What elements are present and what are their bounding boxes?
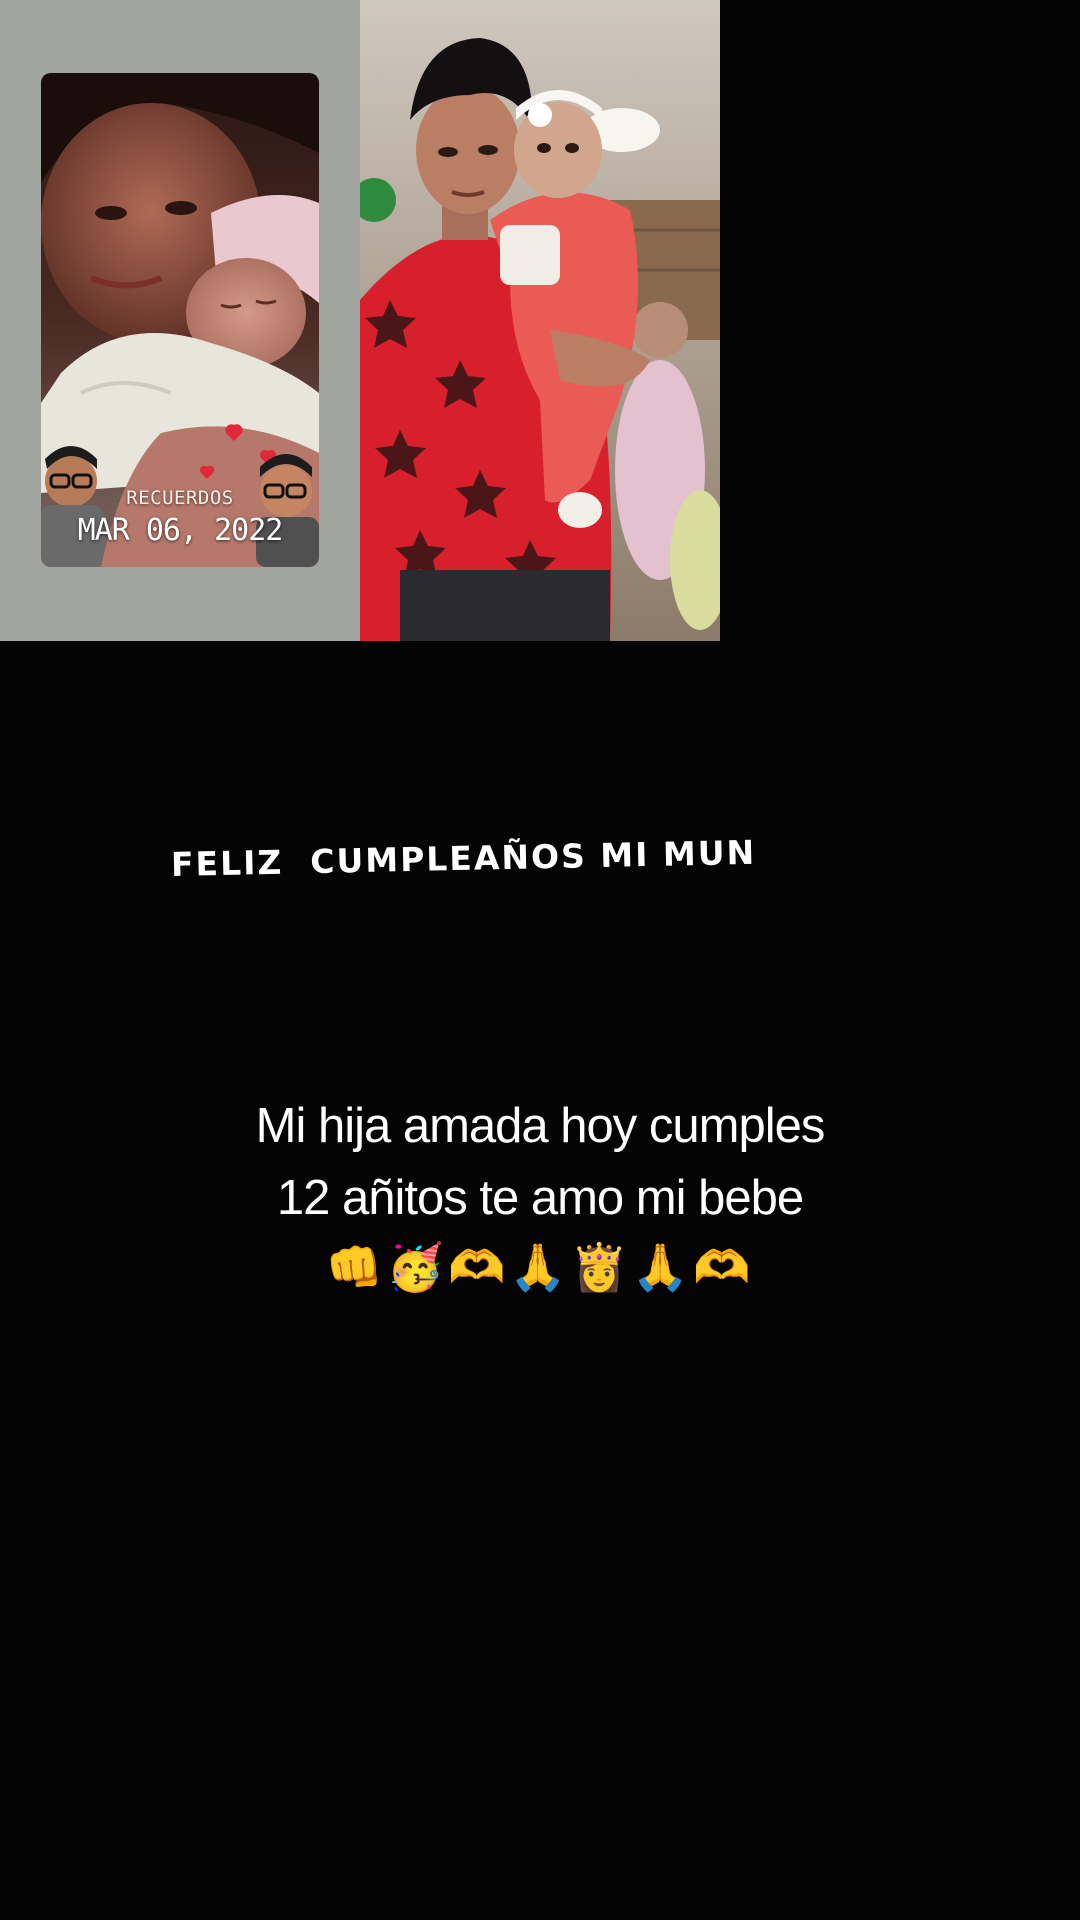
father-baby-illustration xyxy=(360,0,720,641)
birthday-headline: FELIZ CUMPLEAÑOS MI MUN xyxy=(170,832,757,884)
memory-photo-card: RECUERDOS MAR 06, 2022 xyxy=(41,73,319,567)
memory-panel: RECUERDOS MAR 06, 2022 xyxy=(0,0,360,641)
caption-text: Mi hija amada hoy cumples 12 añitos te a… xyxy=(140,1090,940,1234)
caption-line-2: 12 añitos te amo mi bebe xyxy=(276,1171,804,1225)
caption-emojis: 👊🥳🫶🙏👸🙏🫶 xyxy=(325,1240,755,1294)
father-baby-photo xyxy=(360,0,720,641)
memory-date: MAR 06, 2022 xyxy=(77,513,284,548)
photo-collage: RECUERDOS MAR 06, 2022 xyxy=(0,0,720,641)
memory-label: RECUERDOS xyxy=(126,487,234,509)
caption-line-1: Mi hija amada hoy cumples xyxy=(255,1099,826,1153)
video-frame: RECUERDOS MAR 06, 2022 FELIZ CUMPLEAÑOS … xyxy=(0,0,1080,1920)
